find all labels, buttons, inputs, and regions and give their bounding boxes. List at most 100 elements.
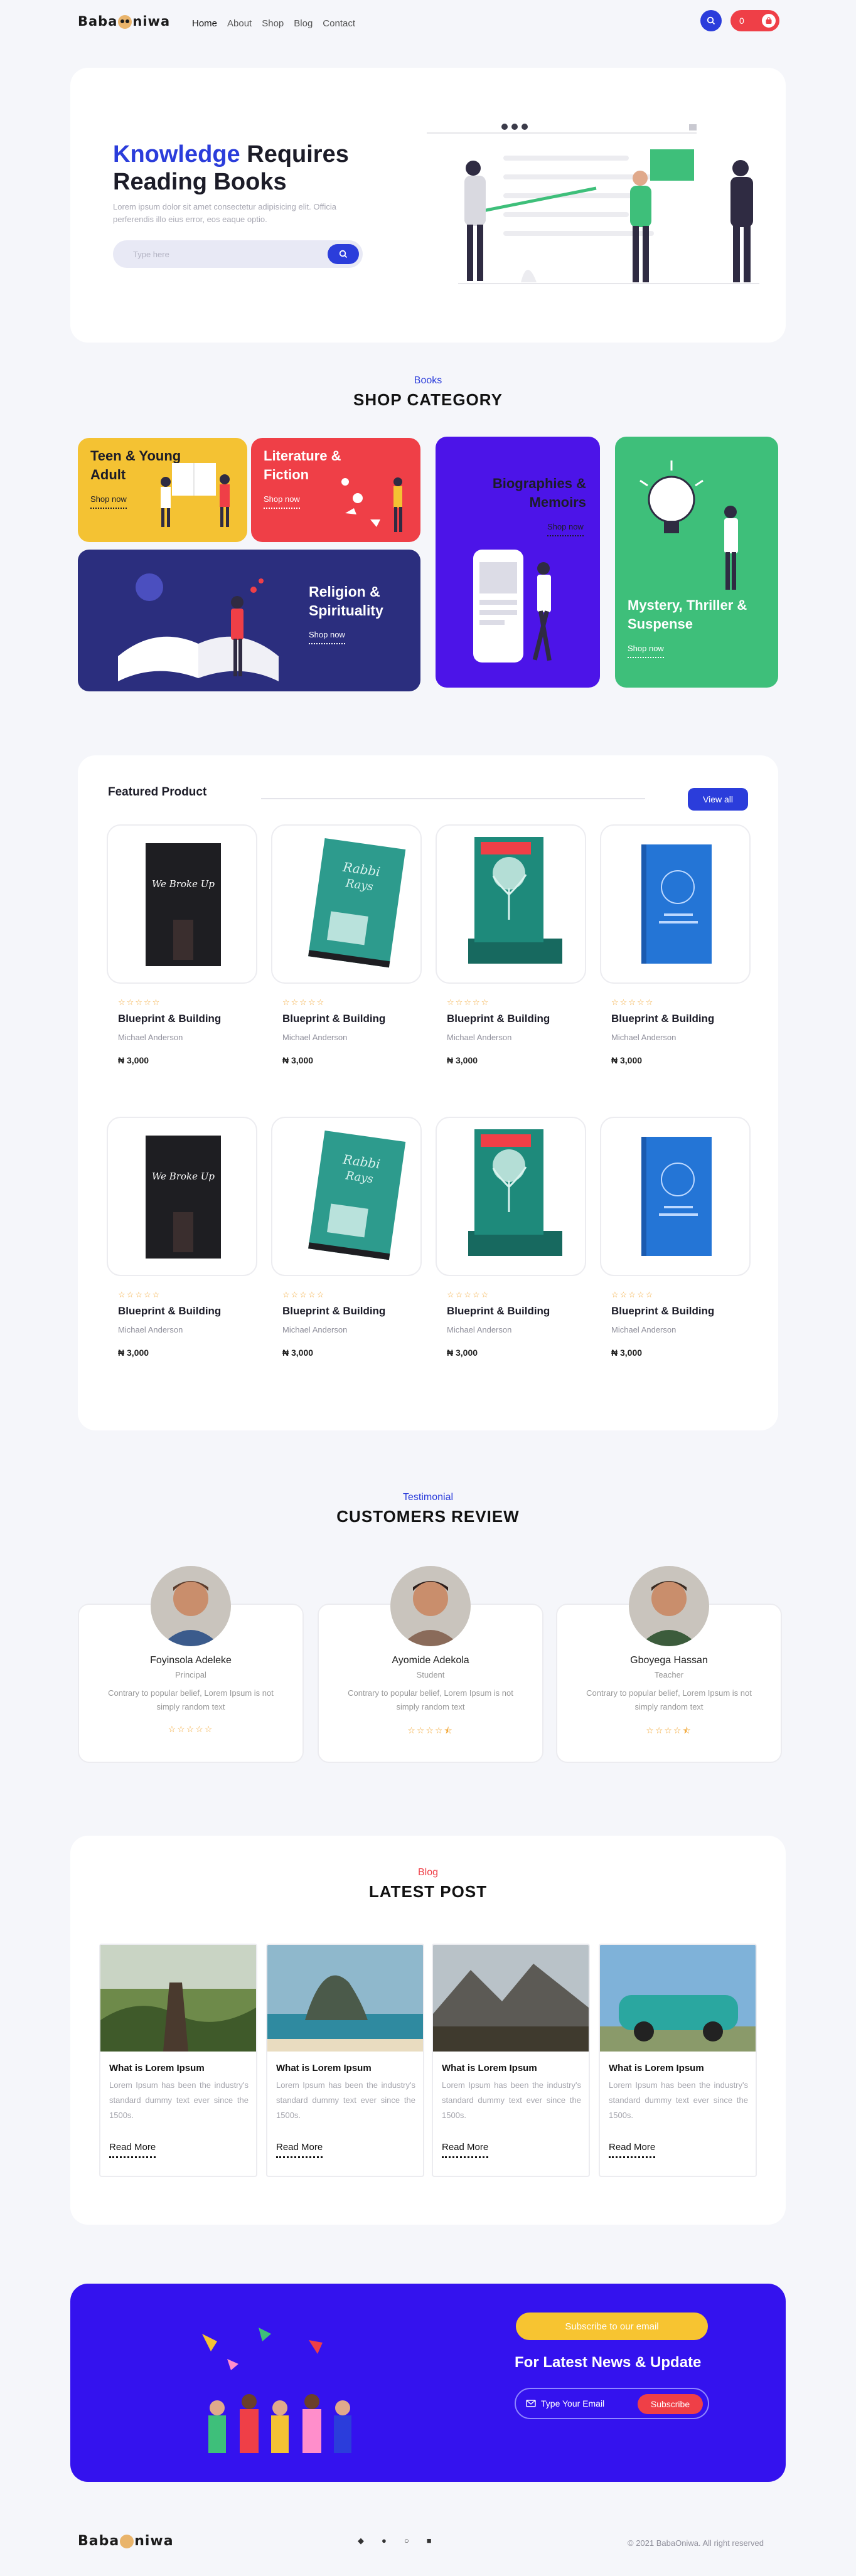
product-image-card[interactable]	[436, 1117, 586, 1276]
reviewer-name: Ayomide Adekola	[392, 1655, 469, 1666]
featured-divider	[261, 798, 645, 799]
hero-title-rest: Requires	[240, 141, 349, 168]
teen-illustration	[161, 463, 230, 527]
product-rating-stars: ☆☆☆☆☆	[611, 998, 655, 1007]
product-image-card[interactable]: Rabbi Rays	[271, 824, 422, 984]
product-image-card[interactable]: We Broke Up	[107, 824, 257, 984]
hero-title-accent: Knowledge	[113, 141, 240, 168]
social-links: ◆ ● ○ ■	[358, 2536, 432, 2546]
shop-now-link[interactable]: Shop now	[309, 630, 345, 644]
shop-now-link[interactable]: Shop now	[547, 522, 584, 536]
logo-text-start: Baba	[78, 14, 118, 29]
blog-title[interactable]: What is Lorem Ipsum	[109, 2063, 205, 2073]
product-author: Michael Anderson	[447, 1033, 512, 1042]
review-text: Contrary to popular belief, Lorem Ipsum …	[108, 1688, 274, 1711]
shop-now-link[interactable]: Shop now	[628, 644, 664, 658]
facebook-icon[interactable]: ●	[382, 2536, 387, 2546]
book-cover-image	[468, 1129, 562, 1256]
read-more-link[interactable]: Read More	[442, 2142, 489, 2158]
read-more-link[interactable]: Read More	[276, 2142, 323, 2158]
category-card-biographies[interactable]: Biographies & Memoirs Shop now	[436, 437, 600, 688]
logo-text-start: Baba	[78, 2533, 120, 2549]
hero-title-line2: Reading Books	[113, 169, 287, 195]
hero-search-placeholder: Type here	[133, 249, 169, 259]
product-image-card[interactable]: We Broke Up	[107, 1117, 257, 1276]
blog-title[interactable]: What is Lorem Ipsum	[276, 2063, 372, 2073]
literature-illustration	[341, 477, 402, 532]
blog-card: What is Lorem Ipsum Lorem Ipsum has been …	[599, 1944, 757, 2177]
product-title[interactable]: Blueprint & Building	[118, 1305, 221, 1317]
review-text: Contrary to popular belief, Lorem Ipsum …	[586, 1688, 752, 1711]
book-cover-image: RabbiRays	[308, 1130, 406, 1260]
blog-title[interactable]: What is Lorem Ipsum	[609, 2063, 704, 2073]
product-image-card[interactable]	[600, 824, 751, 984]
category-card-religion[interactable]: Religion & Spirituality Shop now	[78, 550, 420, 691]
product-title[interactable]: Blueprint & Building	[611, 1013, 714, 1025]
nav-link-about[interactable]: About	[227, 18, 252, 29]
blog-title[interactable]: What is Lorem Ipsum	[442, 2063, 537, 2073]
review-rating-stars: ☆☆☆☆☆	[168, 1724, 214, 1734]
logo-text-end: niwa	[132, 14, 171, 29]
search-icon	[707, 16, 715, 25]
product-title[interactable]: Blueprint & Building	[447, 1013, 550, 1025]
nav-link-blog[interactable]: Blog	[294, 18, 313, 29]
lightbulb-illustration	[639, 460, 738, 590]
book-cover-image: We Broke Up	[146, 843, 221, 966]
cover-title: We Broke Up	[152, 1171, 215, 1182]
nav-link-home[interactable]: Home	[192, 18, 217, 29]
product-title[interactable]: Blueprint & Building	[282, 1013, 385, 1025]
product-title[interactable]: Blueprint & Building	[611, 1305, 714, 1317]
category-card-mystery[interactable]: Mystery, Thriller & Suspense Shop now	[615, 437, 778, 688]
shop-now-link[interactable]: Shop now	[264, 494, 300, 509]
linkedin-icon[interactable]: ■	[427, 2536, 432, 2546]
category-card-literature[interactable]: Literature & Fiction Shop now	[251, 438, 420, 542]
open-book-illustration	[118, 573, 279, 681]
product-title[interactable]: Blueprint & Building	[447, 1305, 550, 1317]
copyright-text: © 2021 BabaOniwa. All right reserved	[628, 2538, 764, 2548]
nav-search-button[interactable]	[700, 10, 722, 31]
logo[interactable]: Baba niwa	[78, 14, 170, 29]
product-author: Michael Anderson	[611, 1033, 677, 1042]
instagram-icon[interactable]: ○	[404, 2536, 409, 2546]
product-price: ₦ 3,000	[282, 1348, 314, 1358]
subscribe-button[interactable]: Subscribe	[638, 2394, 703, 2414]
product-author: Michael Anderson	[118, 1325, 183, 1334]
read-more-link[interactable]: Read More	[609, 2142, 656, 2158]
product-image-card[interactable]	[600, 1117, 751, 1276]
review-rating-stars: ☆☆☆☆⯪	[407, 1725, 454, 1735]
product-price: ₦ 3,000	[447, 1348, 478, 1358]
product-image-card[interactable]: Rabbi Rays	[271, 1117, 422, 1276]
product-image-card[interactable]	[436, 824, 586, 984]
logo-text-end: niwa	[134, 2533, 174, 2549]
product-price: ₦ 3,000	[118, 1055, 149, 1065]
blog-image	[267, 1945, 423, 2052]
twitter-icon[interactable]: ◆	[358, 2536, 364, 2546]
phone-illustration	[473, 550, 552, 663]
book-cover-image	[641, 844, 712, 964]
cart-count: 0	[739, 16, 744, 26]
review-rating-stars: ☆☆☆☆⯪	[646, 1725, 692, 1735]
product-rating-stars: ☆☆☆☆☆	[282, 1290, 326, 1299]
cart-button[interactable]: 0	[730, 10, 779, 31]
category-card-teen[interactable]: Teen & Young Adult Shop now	[78, 438, 247, 542]
read-more-link[interactable]: Read More	[109, 2142, 156, 2158]
newsletter-section: Subscribe to our email For Latest News &…	[70, 2284, 786, 2482]
product-title[interactable]: Blueprint & Building	[118, 1013, 221, 1025]
nav-link-shop[interactable]: Shop	[262, 18, 284, 29]
footer-logo[interactable]: Baba niwa	[78, 2533, 174, 2549]
hero-search-button[interactable]	[328, 244, 359, 264]
hero-search-input[interactable]: Type here	[113, 240, 363, 268]
hero-title: Knowledge Requires Reading Books	[113, 141, 349, 196]
view-all-button[interactable]: View all	[688, 788, 748, 811]
shop-now-link[interactable]: Shop now	[90, 494, 127, 509]
nav-link-contact[interactable]: Contact	[323, 18, 355, 29]
product-title[interactable]: Blueprint & Building	[282, 1305, 385, 1317]
product-price: ₦ 3,000	[118, 1348, 149, 1358]
shopping-bag-icon	[762, 14, 776, 28]
newsletter-title: For Latest News & Update	[515, 2354, 702, 2371]
category-title: Biographies & Memoirs	[492, 476, 586, 510]
review-section-subtitle: Testimonial	[402, 1492, 454, 1503]
top-nav: Baba niwa Home About Shop Blog Contact 0	[0, 0, 856, 44]
blog-image	[433, 1945, 589, 2052]
product-rating-stars: ☆☆☆☆☆	[118, 1290, 161, 1299]
